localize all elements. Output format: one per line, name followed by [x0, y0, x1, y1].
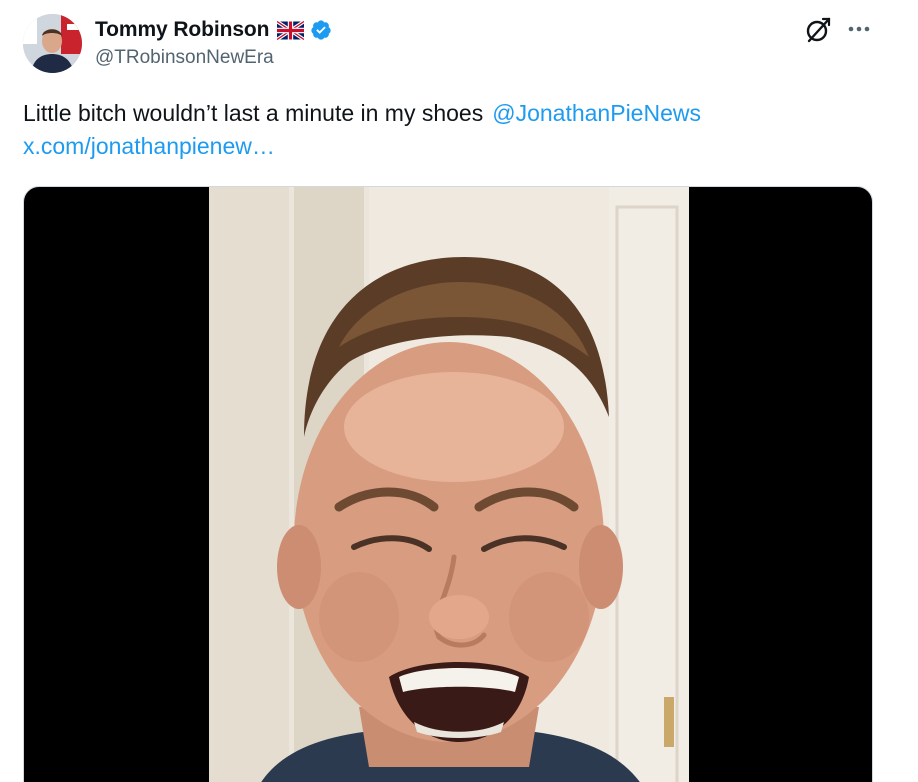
tweet-body-text: Little bitch wouldn’t last a minute in m…	[23, 100, 484, 126]
author-name-row: Tommy Robinson	[95, 16, 332, 44]
mention-link[interactable]: @JonathanPieNews	[492, 100, 701, 126]
tweet-text: Little bitch wouldn’t last a minute in m…	[23, 97, 883, 163]
grok-icon[interactable]	[804, 16, 832, 44]
video-player[interactable]	[23, 186, 873, 782]
tweet-card: Tommy Robinson @TRobinsonNewEra Little b…	[0, 0, 918, 782]
uk-flag-icon	[276, 19, 306, 41]
author-handle[interactable]: @TRobinsonNewEra	[95, 47, 274, 69]
more-options-icon[interactable]	[846, 18, 872, 40]
avatar[interactable]	[23, 14, 82, 73]
video-thumbnail[interactable]	[209, 187, 689, 782]
verified-badge-icon[interactable]	[310, 19, 332, 41]
author-display-name[interactable]: Tommy Robinson	[95, 18, 269, 42]
external-link[interactable]: x.com/jonathanpienew…	[23, 133, 275, 159]
